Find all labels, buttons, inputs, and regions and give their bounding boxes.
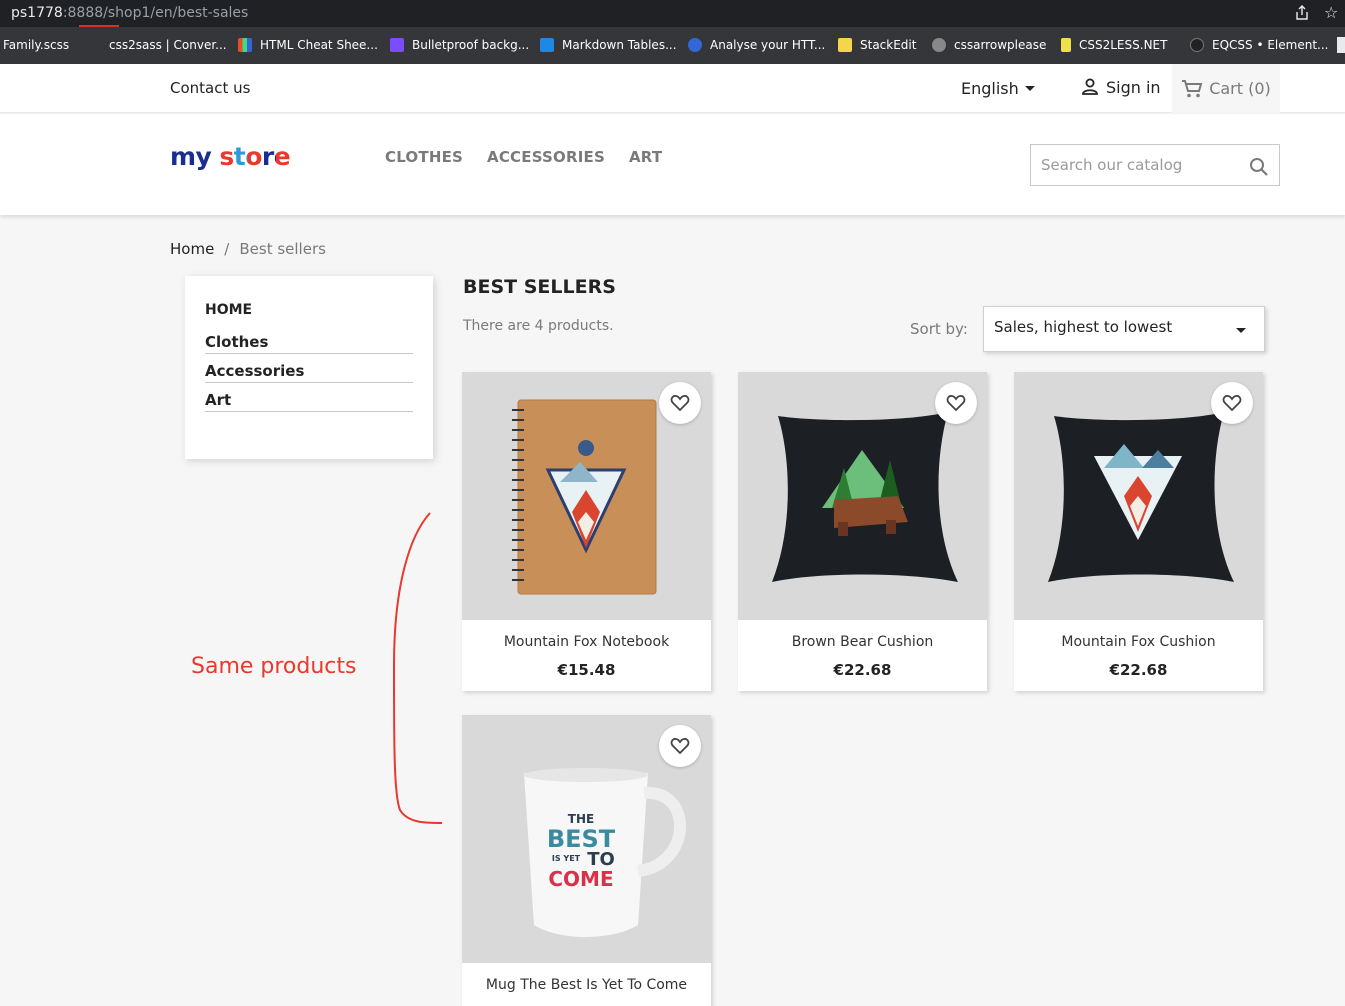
- bookmark-item[interactable]: Bulletproof backg...: [390, 37, 529, 53]
- sidebar-item-accessories[interactable]: Accessories: [205, 362, 413, 383]
- search-box: [1030, 144, 1280, 186]
- product-name[interactable]: Mountain Fox Cushion: [1014, 634, 1263, 650]
- search-input[interactable]: [1031, 145, 1231, 185]
- sidebar-home[interactable]: HOME: [205, 302, 413, 318]
- page-title: BEST SELLERS: [463, 276, 616, 298]
- bookmarks-bar: Family.scss css2sass | Conver... HTML Ch…: [0, 27, 1345, 64]
- search-icon[interactable]: [1249, 157, 1269, 177]
- product-card[interactable]: Mountain Fox Notebook €15.48: [462, 372, 711, 691]
- eqcss-icon: [1190, 38, 1204, 52]
- signin-label: Sign in: [1106, 77, 1161, 97]
- bookmark-item[interactable]: StackEdit: [838, 37, 916, 53]
- cart-label: Cart (0): [1209, 79, 1271, 98]
- product-name[interactable]: Brown Bear Cushion: [738, 634, 987, 650]
- sort-value: Sales, highest to lowest: [994, 318, 1173, 336]
- chevron-down-icon: [1236, 328, 1246, 333]
- user-icon: [1082, 78, 1098, 95]
- wishlist-button[interactable]: [659, 382, 701, 424]
- logo-store: store: [219, 142, 291, 171]
- logo-my: my: [170, 142, 212, 171]
- css2less-icon: [1061, 38, 1071, 52]
- product-card[interactable]: Mountain Fox Cushion €22.68: [1014, 372, 1263, 691]
- bookmark-item[interactable]: Family.scss: [3, 37, 69, 53]
- sort-label: Sort by:: [910, 320, 968, 338]
- analyse-icon: [688, 38, 702, 52]
- mug-text-line: COME: [548, 867, 613, 891]
- main-nav: CLOTHES ACCESSORIES ART: [385, 148, 662, 166]
- language-label: English: [961, 79, 1019, 98]
- nav-accessories[interactable]: ACCESSORIES: [487, 148, 605, 166]
- product-price: €22.68: [833, 661, 892, 679]
- bulletproof-icon: [390, 38, 404, 52]
- bookmark-item[interactable]: CSS2LESS.NET: [1061, 37, 1167, 53]
- breadcrumb-home[interactable]: Home: [170, 240, 214, 258]
- stackedit-icon: [838, 38, 852, 52]
- wishlist-button[interactable]: [659, 725, 701, 767]
- store-topnav: Contact us English Sign in Cart (0): [0, 64, 1345, 113]
- signin-link[interactable]: Sign in: [1080, 77, 1161, 97]
- bookmark-item[interactable]: cssarrowplease: [932, 37, 1046, 53]
- store-logo[interactable]: my store: [170, 142, 291, 172]
- heart-icon: [1222, 395, 1242, 412]
- nav-art[interactable]: ART: [629, 148, 662, 166]
- store-header: my store CLOTHES ACCESSORIES ART: [0, 114, 1345, 215]
- wishlist-button[interactable]: [1211, 382, 1253, 424]
- product-name[interactable]: Mug The Best Is Yet To Come: [462, 977, 711, 993]
- breadcrumb-separator: /: [224, 240, 230, 258]
- annotation-bracket: [392, 512, 443, 824]
- sidebar-item-clothes[interactable]: Clothes: [205, 333, 413, 354]
- globe-icon: [932, 38, 946, 52]
- heart-icon: [946, 395, 966, 412]
- markdown-tables-icon: [540, 38, 554, 52]
- breadcrumb-current: Best sellers: [239, 240, 326, 258]
- share-icon[interactable]: [1294, 5, 1310, 21]
- product-price: €15.48: [557, 661, 616, 679]
- chevron-down-icon: [1024, 86, 1035, 91]
- product-name[interactable]: Mountain Fox Notebook: [462, 634, 711, 650]
- language-selector[interactable]: English: [961, 79, 1035, 98]
- bookmark-item[interactable]: EQCSS • Element...: [1190, 37, 1328, 53]
- sort-select[interactable]: Sales, highest to lowest: [983, 306, 1265, 352]
- html-cheatsheet-icon: [238, 38, 252, 52]
- nav-clothes[interactable]: CLOTHES: [385, 148, 463, 166]
- bookmark-item[interactable]: Markdown Tables...: [540, 37, 677, 53]
- url-text[interactable]: ps1778:8888/shop1/en/best-sales: [11, 5, 248, 21]
- heart-icon: [670, 395, 690, 412]
- heart-icon: [670, 738, 690, 755]
- product-price: €22.68: [1109, 661, 1168, 679]
- contact-link[interactable]: Contact us: [170, 79, 250, 97]
- cart-button[interactable]: Cart (0): [1172, 64, 1280, 113]
- category-sidebar: HOME Clothes Accessories Art: [185, 276, 433, 459]
- cart-icon: [1182, 79, 1203, 97]
- bookmark-star-icon[interactable]: ☆: [1324, 3, 1338, 23]
- sidebar-item-art[interactable]: Art: [205, 391, 413, 412]
- bookmark-item[interactable]: Analyse your HTT...: [688, 37, 825, 53]
- wishlist-button[interactable]: [935, 382, 977, 424]
- product-count: There are 4 products.: [463, 318, 614, 334]
- bookmark-item[interactable]: css2sass | Conver...: [90, 37, 227, 53]
- browser-address-bar[interactable]: ps1778:8888/shop1/en/best-sales ☆: [0, 0, 1345, 27]
- mug-text-line: THE: [568, 812, 594, 826]
- mug-text-line: IS YET: [552, 854, 581, 863]
- product-card[interactable]: Brown Bear Cushion €22.68: [738, 372, 987, 691]
- bookmark-item[interactable]: HTML Cheat Shee...: [238, 37, 378, 53]
- breadcrumb: Home / Best sellers: [170, 240, 326, 258]
- product-card[interactable]: THE BEST IS YET TO COME Mug The Best Is …: [462, 715, 711, 1006]
- bookmark-overflow-icon[interactable]: [1337, 37, 1345, 53]
- annotation-text: Same products: [191, 654, 357, 679]
